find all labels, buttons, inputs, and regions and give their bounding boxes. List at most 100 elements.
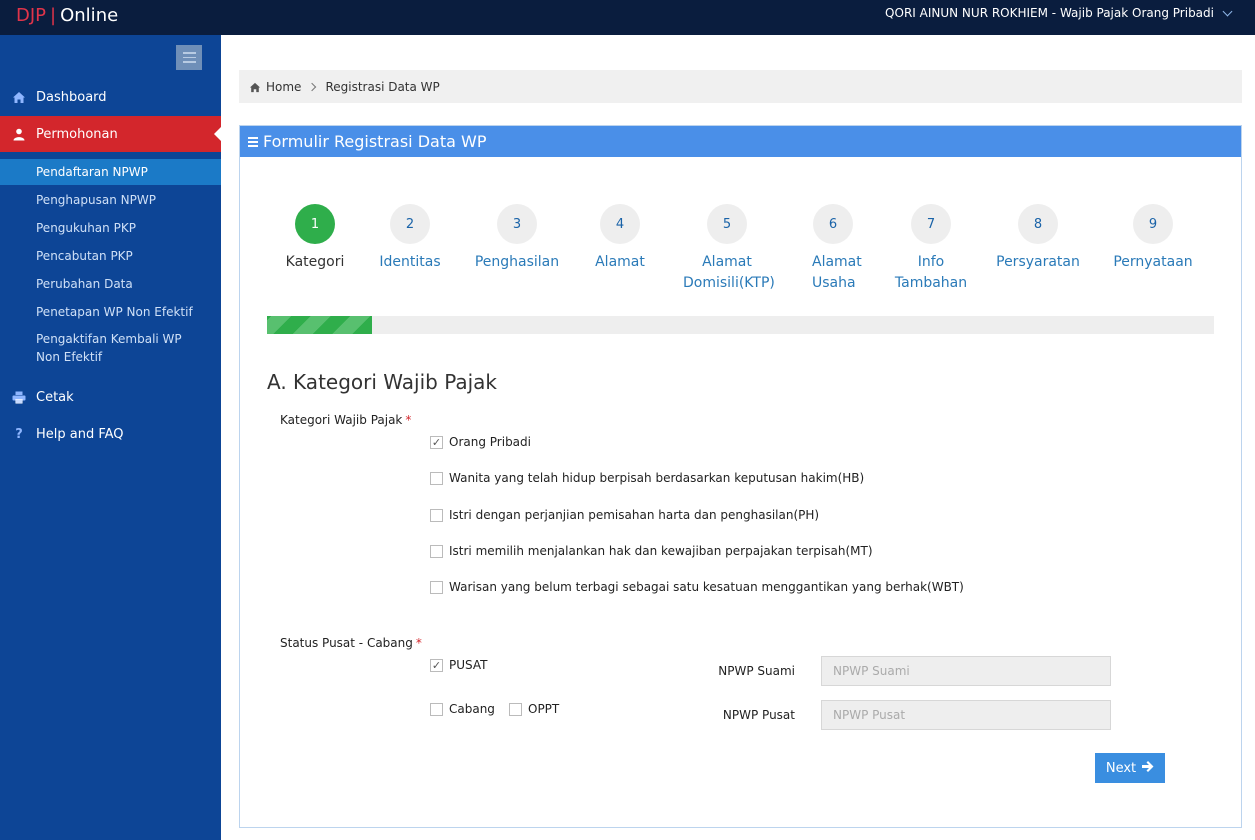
- checkbox[interactable]: [430, 544, 443, 558]
- sidebar-item-help[interactable]: ? Help and FAQ: [0, 416, 221, 452]
- user-menu[interactable]: QORI AINUN NUR ROKHIEM - Wajib Pajak Ora…: [885, 6, 1233, 20]
- step-alamat-usaha[interactable]: 6 Alamat Usaha: [778, 204, 888, 294]
- step-info-tambahan[interactable]: 7 Info Tambahan: [876, 204, 986, 294]
- checkbox[interactable]: ✓: [430, 658, 443, 672]
- top-bar: DJP | Online QORI AINUN NUR ROKHIEM - Waji…: [0, 0, 1255, 35]
- step-label: Penghasilan: [474, 254, 560, 270]
- checkbox[interactable]: [430, 580, 443, 594]
- brand-logo[interactable]: DJP | Online: [16, 5, 118, 26]
- status-option-pusat[interactable]: ✓ PUSAT: [430, 658, 487, 672]
- sidebar-item-label: Dashboard: [36, 89, 107, 105]
- brand-online: Online: [60, 5, 119, 26]
- breadcrumb: Home Registrasi Data WP: [239, 70, 1242, 103]
- arrow-right-icon: [1142, 760, 1154, 776]
- sidebar-subitem-pengaktifan-kembali[interactable]: Pengaktifan Kembali WP Non Efektif: [0, 330, 221, 366]
- next-button-label: Next: [1105, 760, 1137, 776]
- step-persyaratan[interactable]: 8 Persyaratan: [983, 204, 1093, 273]
- npwp-pusat-input[interactable]: [821, 700, 1111, 730]
- step-label: Alamat Domisili(KTP): [683, 254, 775, 291]
- sidebar: Dashboard Permohonan Pendaftaran NPWP Pe…: [0, 35, 221, 840]
- step-number: 3: [497, 204, 537, 244]
- list-icon: [248, 136, 258, 147]
- step-label: Alamat: [595, 254, 645, 270]
- main-content: Home Registrasi Data WP Formulir Registr…: [221, 35, 1255, 840]
- section-title: A. Kategori Wajib Pajak: [267, 370, 498, 394]
- step-number: 9: [1133, 204, 1173, 244]
- kategori-label: Kategori Wajib Pajak *: [280, 413, 412, 427]
- step-number: 1: [295, 204, 335, 244]
- sidebar-subitem-pencabutan-pkp[interactable]: Pencabutan PKP: [0, 247, 221, 265]
- step-penghasilan[interactable]: 3 Penghasilan: [462, 204, 572, 273]
- status-option-cabang[interactable]: Cabang: [430, 702, 495, 716]
- step-number: 4: [600, 204, 640, 244]
- sidebar-item-dashboard[interactable]: Dashboard: [0, 79, 221, 115]
- progress-bar-fill: [267, 316, 373, 334]
- breadcrumb-home-link[interactable]: Home: [266, 80, 301, 94]
- step-identitas[interactable]: 2 Identitas: [355, 204, 465, 273]
- step-number: 7: [911, 204, 951, 244]
- sidebar-subitem-penghapusan-npwp[interactable]: Penghapusan NPWP: [0, 191, 221, 209]
- progress-bar: [267, 316, 1214, 334]
- step-label: Persyaratan: [996, 254, 1080, 270]
- sidebar-subitem-pengukuhan-pkp[interactable]: Pengukuhan PKP: [0, 219, 221, 237]
- sidebar-toggle-button[interactable]: [176, 45, 202, 70]
- brand-separator: |: [50, 5, 57, 26]
- sidebar-subitem-penetapan-wp-non-efektif[interactable]: Penetapan WP Non Efektif: [0, 303, 221, 321]
- step-number: 8: [1018, 204, 1058, 244]
- npwp-pusat-label: NPWP Pusat: [722, 708, 795, 722]
- chevron-down-icon: [1222, 6, 1233, 16]
- npwp-suami-label: NPWP Suami: [718, 664, 795, 678]
- required-mark: *: [405, 413, 412, 427]
- checkbox-label: Wanita yang telah hidup berpisah berdasa…: [449, 471, 865, 485]
- required-mark: *: [415, 636, 422, 650]
- checkbox[interactable]: [509, 702, 522, 716]
- sidebar-item-cetak[interactable]: Cetak: [0, 379, 221, 415]
- step-alamat-domisili[interactable]: 5 Alamat Domisili(KTP): [671, 204, 783, 294]
- kategori-option-hb[interactable]: Wanita yang telah hidup berpisah berdasa…: [430, 471, 864, 485]
- checkbox-label: PUSAT: [449, 658, 488, 672]
- step-number: 2: [390, 204, 430, 244]
- next-button[interactable]: Next: [1095, 753, 1165, 783]
- step-label: Pernyataan: [1113, 254, 1193, 270]
- kategori-option-orang-pribadi[interactable]: ✓ Orang Pribadi: [430, 435, 531, 449]
- checkbox-label: Istri memilih menjalankan hak dan kewaji…: [449, 544, 873, 558]
- status-label: Status Pusat - Cabang *: [280, 636, 422, 650]
- step-pernyataan[interactable]: 9 Pernyataan: [1098, 204, 1208, 273]
- step-number: 5: [707, 204, 747, 244]
- sidebar-item-label: Permohonan: [36, 126, 118, 142]
- question-icon: ?: [15, 426, 23, 442]
- step-label: Info Tambahan: [894, 254, 968, 291]
- sidebar-item-permohonan[interactable]: Permohonan: [0, 116, 221, 152]
- home-icon: [12, 90, 26, 104]
- step-label: Identitas: [379, 254, 441, 270]
- checkbox[interactable]: ✓: [430, 435, 443, 449]
- checkbox[interactable]: [430, 471, 443, 485]
- brand-djp: DJP: [16, 5, 47, 26]
- npwp-suami-input[interactable]: [821, 656, 1111, 686]
- checkbox-label: Istri dengan perjanjian pemisahan harta …: [449, 508, 820, 522]
- user-icon: [12, 127, 26, 141]
- home-icon: [249, 82, 261, 92]
- sidebar-subitem-perubahan-data[interactable]: Perubahan Data: [0, 275, 221, 293]
- sidebar-item-label: Cetak: [36, 389, 74, 405]
- chevron-right-icon: [308, 82, 317, 91]
- checkbox-label: Cabang: [449, 702, 495, 716]
- checkbox-label: OPPT: [528, 702, 560, 716]
- breadcrumb-current: Registrasi Data WP: [325, 79, 440, 94]
- status-option-oppt[interactable]: OPPT: [509, 702, 559, 716]
- step-label: Alamat Usaha: [812, 254, 862, 291]
- sidebar-subitem-pendaftaran-npwp[interactable]: Pendaftaran NPWP: [0, 159, 221, 185]
- panel-title: Formulir Registrasi Data WP: [263, 132, 487, 151]
- kategori-option-ph[interactable]: Istri dengan perjanjian pemisahan harta …: [430, 508, 819, 522]
- kategori-option-mt[interactable]: Istri memilih menjalankan hak dan kewaji…: [430, 544, 873, 558]
- checkbox[interactable]: [430, 508, 443, 522]
- step-alamat[interactable]: 4 Alamat: [565, 204, 675, 273]
- kategori-option-wbt[interactable]: Warisan yang belum terbagi sebagai satu …: [430, 580, 964, 594]
- checkbox[interactable]: [430, 702, 443, 716]
- step-kategori[interactable]: 1 Kategori: [260, 204, 370, 273]
- print-icon: [12, 390, 26, 404]
- step-number: 6: [813, 204, 853, 244]
- step-label: Kategori: [285, 254, 345, 270]
- checkbox-label: Warisan yang belum terbagi sebagai satu …: [449, 580, 964, 594]
- registration-panel: Formulir Registrasi Data WP 1 Kategori 2…: [239, 125, 1242, 828]
